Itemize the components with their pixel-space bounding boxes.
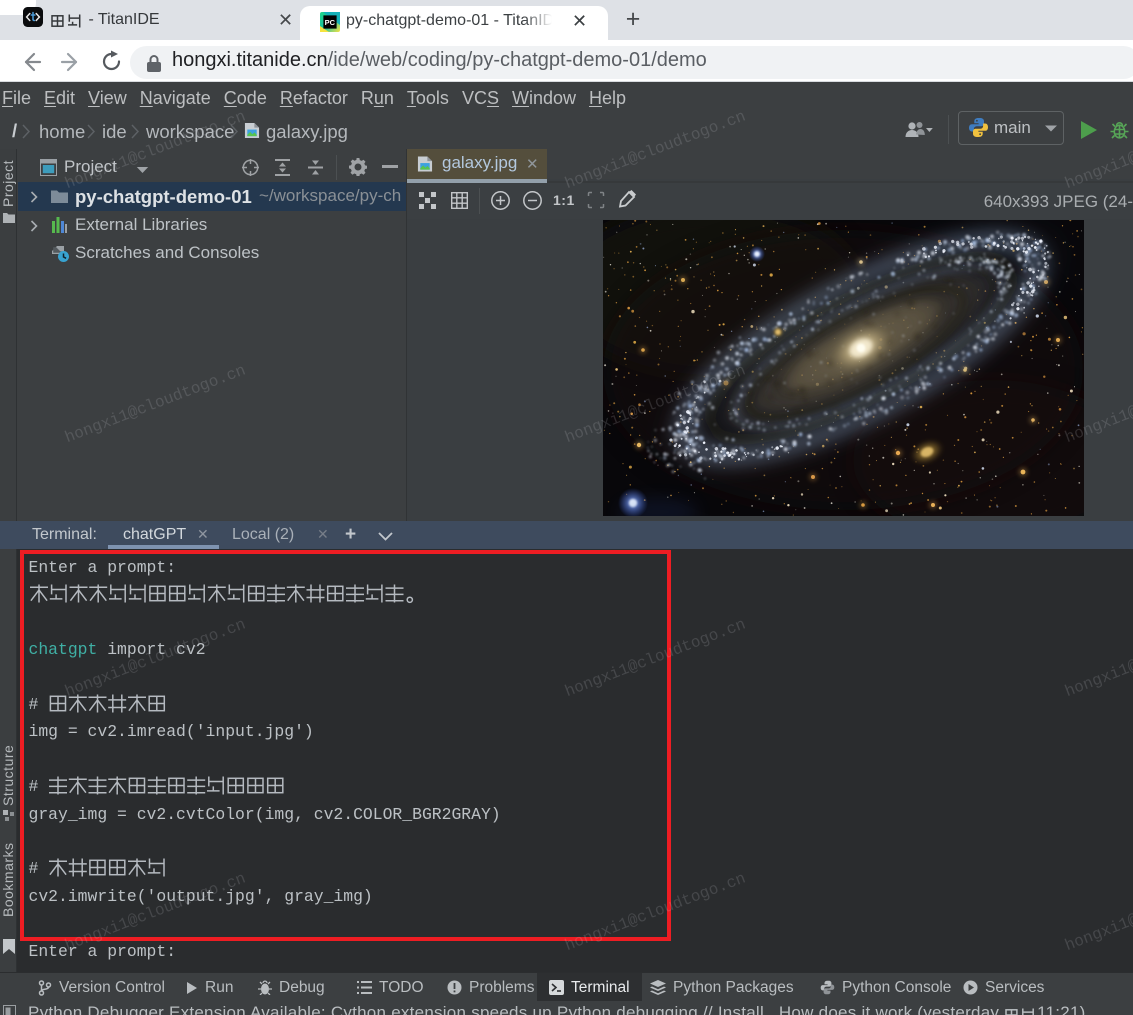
svg-text:PC: PC (325, 18, 336, 27)
